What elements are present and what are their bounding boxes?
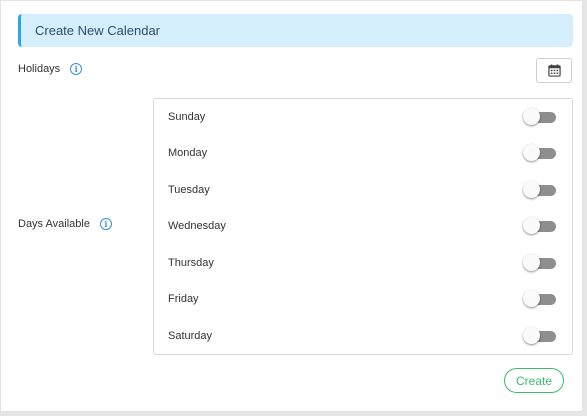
- day-label: Wednesday: [168, 220, 226, 232]
- toggle-knob: [523, 254, 540, 271]
- holidays-field-label: Holidays i: [18, 63, 83, 75]
- calendar-icon: [547, 64, 561, 77]
- toggle-knob: [523, 327, 540, 344]
- day-label: Monday: [168, 147, 208, 159]
- days-available-list: Sunday Monday Tuesday Wednesday Thursday…: [153, 98, 573, 355]
- day-label: Friday: [168, 293, 199, 305]
- thursday-toggle[interactable]: [523, 254, 557, 272]
- create-button[interactable]: Create: [504, 368, 564, 393]
- day-row-monday: Monday: [168, 143, 557, 163]
- sunday-toggle[interactable]: [523, 108, 557, 126]
- info-icon[interactable]: i: [70, 63, 83, 75]
- day-row-friday: Friday: [168, 289, 557, 309]
- day-row-tuesday: Tuesday: [168, 180, 557, 200]
- toggle-knob: [523, 108, 540, 125]
- friday-toggle[interactable]: [523, 290, 557, 308]
- day-row-sunday: Sunday: [168, 107, 557, 127]
- saturday-toggle[interactable]: [523, 327, 557, 345]
- toggle-knob: [523, 181, 540, 198]
- day-label: Thursday: [168, 257, 214, 269]
- wednesday-toggle[interactable]: [523, 217, 557, 235]
- days-available-label: Days Available: [18, 218, 90, 230]
- header-bar: Create New Calendar: [18, 14, 573, 47]
- holidays-calendar-button[interactable]: [536, 58, 572, 83]
- day-label: Sunday: [168, 111, 206, 123]
- info-icon[interactable]: i: [99, 218, 112, 230]
- holidays-label: Holidays: [18, 63, 61, 75]
- toggle-knob: [523, 217, 540, 234]
- page-title: Create New Calendar: [35, 23, 161, 38]
- day-row-thursday: Thursday: [168, 253, 557, 273]
- day-label: Tuesday: [168, 184, 210, 196]
- tuesday-toggle[interactable]: [523, 181, 557, 199]
- toggle-knob: [523, 290, 540, 307]
- create-calendar-panel: Create New Calendar Holidays i Days Avai…: [0, 0, 583, 412]
- monday-toggle[interactable]: [523, 144, 557, 162]
- day-row-wednesday: Wednesday: [168, 216, 557, 236]
- days-available-field-label: Days Available i: [18, 218, 112, 230]
- day-row-saturday: Saturday: [168, 326, 557, 346]
- toggle-knob: [523, 144, 540, 161]
- day-label: Saturday: [168, 330, 213, 342]
